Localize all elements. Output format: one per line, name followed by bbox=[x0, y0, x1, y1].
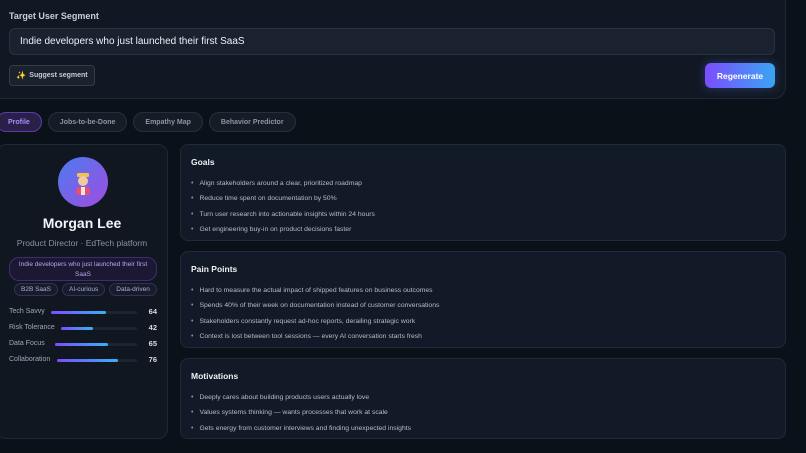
tab-bar: Profile Jobs-to-be-Done Empathy Map Beha… bbox=[0, 112, 296, 132]
stat-label: Collaboration bbox=[9, 356, 51, 363]
stat-risk-tolerance: Risk Tolerance 42 bbox=[9, 322, 157, 338]
list-item: Spends 40% of their week on documentatio… bbox=[191, 298, 439, 313]
goals-section: Goals Align stakeholders around a clear,… bbox=[180, 144, 786, 241]
suggest-segment-label: Suggest segment bbox=[29, 72, 88, 79]
list-item: Gets energy from customer interviews and… bbox=[191, 421, 411, 436]
list-item: Context is lost between tool sessions — … bbox=[191, 329, 439, 344]
list-item: Get engineering buy-in on product decisi… bbox=[191, 222, 375, 237]
stat-value: 42 bbox=[148, 323, 157, 332]
stat-label: Data Focus bbox=[9, 340, 45, 347]
regenerate-button[interactable]: Regenerate bbox=[705, 63, 775, 88]
tab-behavior-predictor[interactable]: Behavior Predictor bbox=[208, 112, 296, 132]
tag-ai-curious: AI-curious bbox=[62, 283, 106, 296]
stat-bar-fill bbox=[55, 343, 109, 346]
motivations-list: Deeply cares about building products use… bbox=[191, 390, 411, 436]
stat-tech-savvy: Tech Savvy 64 bbox=[9, 306, 157, 322]
person-avatar-icon bbox=[76, 173, 90, 195]
motivations-section: Motivations Deeply cares about building … bbox=[180, 358, 786, 439]
list-item: Turn user research into actionable insig… bbox=[191, 207, 374, 222]
goals-title: Goals bbox=[191, 157, 215, 167]
pain-points-title: Pain Points bbox=[191, 264, 238, 274]
pain-points-list: Hard to measure the actual impact of shi… bbox=[191, 283, 439, 344]
goals-list: Align stakeholders around a clear, prior… bbox=[191, 176, 375, 237]
tab-empathy-map[interactable]: Empathy Map bbox=[133, 112, 203, 132]
list-item: Reduce time spent on documentation by 50… bbox=[191, 191, 375, 206]
sparkle-icon: ✨ bbox=[16, 71, 27, 80]
stat-value: 65 bbox=[148, 339, 157, 348]
avatar bbox=[58, 157, 108, 207]
tag-b2b-saas: B2B SaaS bbox=[14, 283, 58, 296]
tab-jobs-to-be-done[interactable]: Jobs-to-be-Done bbox=[47, 112, 128, 132]
persona-role: Product Director · EdTech platform bbox=[16, 238, 148, 248]
list-item: Deeply cares about building products use… bbox=[191, 390, 411, 405]
stat-bar bbox=[61, 327, 137, 330]
list-item: Align stakeholders around a clear, prior… bbox=[191, 176, 375, 191]
stat-value: 64 bbox=[148, 307, 157, 316]
stat-bar-fill bbox=[51, 311, 107, 314]
segment-label: Target User Segment bbox=[9, 11, 99, 21]
stat-bar bbox=[57, 359, 137, 362]
suggest-segment-button[interactable]: ✨ Suggest segment bbox=[9, 65, 95, 86]
stat-label: Risk Tolerance bbox=[9, 324, 55, 331]
stat-collaboration: Collaboration 76 bbox=[9, 354, 157, 370]
stat-bar-fill bbox=[57, 359, 118, 362]
list-item: Values systems thinking — wants processe… bbox=[191, 405, 411, 420]
segment-panel: Target User Segment Indie developers who… bbox=[0, 0, 786, 99]
stat-bar bbox=[55, 343, 137, 346]
stat-label: Tech Savvy bbox=[9, 308, 45, 315]
persona-stats: Tech Savvy 64 Risk Tolerance 42 Data Foc… bbox=[9, 306, 157, 370]
motivations-title: Motivations bbox=[191, 371, 239, 381]
persona-name: Morgan Lee bbox=[42, 215, 122, 231]
list-item: Hard to measure the actual impact of shi… bbox=[191, 283, 439, 298]
stat-data-focus: Data Focus 65 bbox=[9, 338, 157, 354]
persona-tags: B2B SaaS AI-curious Data-driven bbox=[14, 283, 157, 296]
segment-input[interactable]: Indie developers who just launched their… bbox=[9, 28, 775, 55]
tab-profile[interactable]: Profile bbox=[0, 112, 42, 132]
stat-bar bbox=[51, 311, 137, 314]
stat-value: 76 bbox=[148, 355, 157, 364]
persona-profile-card: Morgan Lee Product Director · EdTech pla… bbox=[0, 144, 168, 439]
tag-data-driven: Data-driven bbox=[109, 283, 157, 296]
list-item: Stakeholders constantly request ad-hoc r… bbox=[191, 314, 439, 329]
pain-points-section: Pain Points Hard to measure the actual i… bbox=[180, 251, 786, 348]
stat-bar-fill bbox=[61, 327, 93, 330]
segment-chip: Indie developers who just launched their… bbox=[9, 257, 157, 281]
